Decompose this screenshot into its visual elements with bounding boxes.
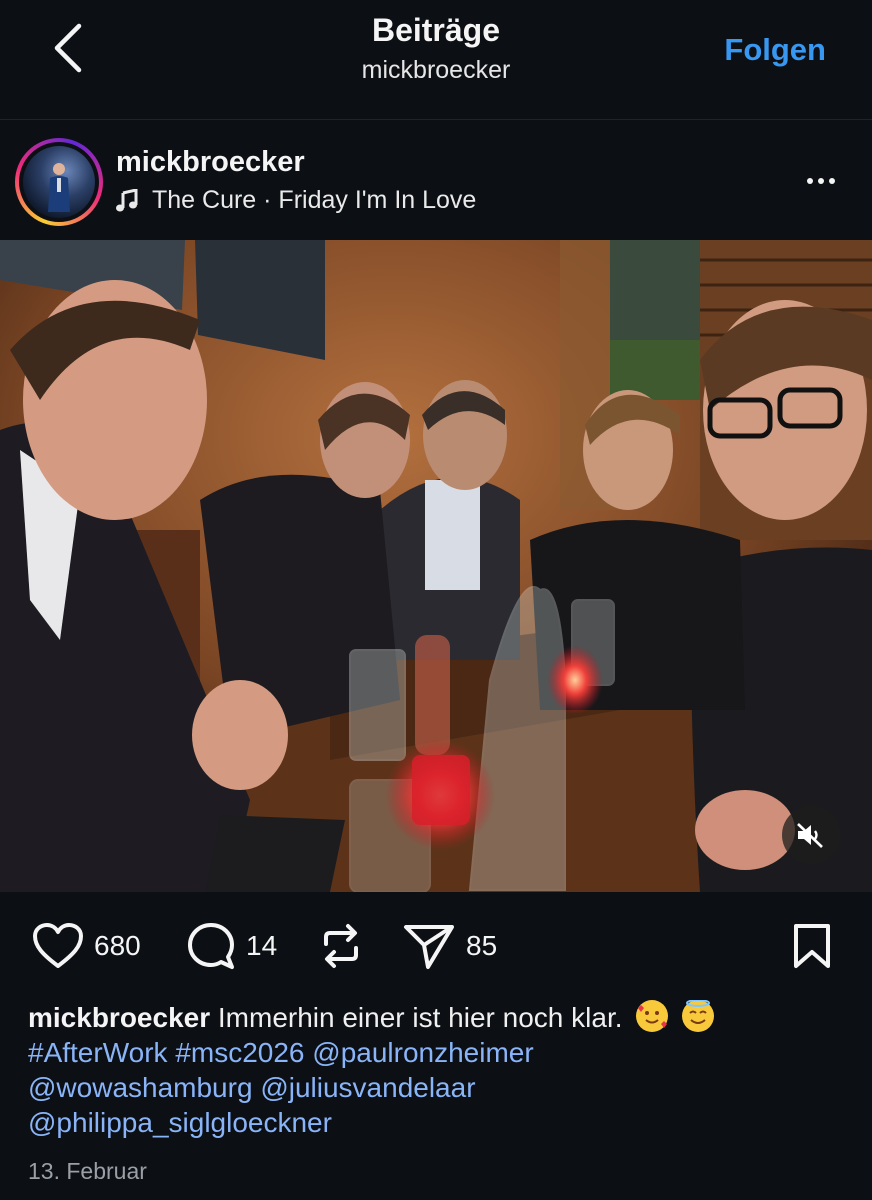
comment-count: 14 [246,930,278,961]
like-button[interactable]: 680 [32,920,141,972]
more-options-button[interactable] [798,166,844,196]
post-date: 13. Februar [28,1158,147,1184]
smiling-face-with-halo-icon [682,999,715,1032]
mention-link[interactable]: @wowashamburg [28,1072,253,1103]
post-actions: 680 14 85 [0,910,872,982]
photo-scene [0,240,872,892]
caption-username[interactable]: mickbroecker [28,1002,210,1033]
mention-link[interactable]: @juliusvandelaar [260,1072,475,1103]
post-photo[interactable] [0,240,872,892]
bookmark-icon [794,924,830,968]
post-header: mickbroecker The Cure · Friday I'm In Lo… [0,122,872,238]
post-caption: mickbroecker Immerhin einer ist hier noc… [28,999,848,1140]
mute-button[interactable] [782,806,840,864]
like-count: 680 [94,930,141,961]
music-note-icon [116,188,138,211]
heart-icon [33,923,83,968]
share-count: 85 [466,930,498,961]
smiling-face-with-hearts-icon [636,1000,669,1032]
top-navigation-bar: Beiträge mickbroecker Folgen [0,0,872,120]
speaker-muted-icon [797,823,823,848]
repost-button[interactable] [318,920,364,972]
bookmark-button[interactable] [790,920,834,972]
avatar[interactable] [15,138,103,226]
more-horizontal-icon [807,178,813,184]
comment-button[interactable]: 14 [186,920,277,972]
send-icon [404,925,454,969]
follow-button[interactable]: Folgen [724,32,826,68]
music-info[interactable]: The Cure · Friday I'm In Love [116,186,476,215]
caption-text: Immerhin einer ist hier noch klar. [217,1002,623,1033]
share-button[interactable]: 85 [402,920,497,972]
hashtag-link[interactable]: #AfterWork [28,1037,168,1068]
avatar-person-figure [48,163,70,212]
mention-link[interactable]: @philippa_siglgloeckner [28,1107,332,1138]
comment-icon [188,923,234,969]
post-username[interactable]: mickbroecker [116,146,305,179]
mention-link[interactable]: @paulronzheimer [312,1037,533,1068]
music-label: The Cure · Friday I'm In Love [152,186,477,214]
repost-icon [324,924,358,968]
hashtag-link[interactable]: #msc2026 [175,1037,304,1068]
